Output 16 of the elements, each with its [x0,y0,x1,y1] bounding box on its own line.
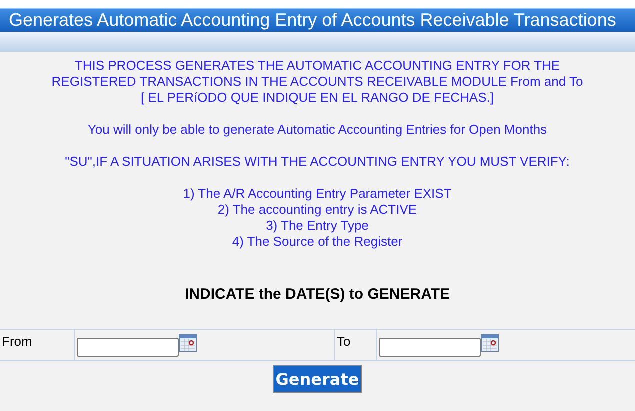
checklist-item: 3) The Entry Type [266,218,369,234]
date-field[interactable] [379,338,481,357]
field-label: From [0,330,75,360]
generate-button[interactable]: Generate [272,365,362,393]
window-title: Generates Automatic Accounting Entry of Accounts Receivable Transactions [8,10,616,31]
date-field[interactable] [77,338,179,357]
calendar-icon[interactable] [481,334,499,352]
field-label: To [335,330,377,360]
calendar-icon[interactable] [179,334,197,352]
checklist-item: 4) The Source of the Register [232,234,403,250]
checklist-item: 1) The A/R Accounting Entry Parameter EXIST [183,186,452,202]
instruction-text: THIS PROCESS GENERATES THE AUTOMATIC ACCOUNTING ENTRY FOR THE REGISTERED TRANSACTIONS IN THE ACCOUNTS RECEIVABLE MODULE From and To [ EL PERíODO QUE INDIQUE EN EL RANGO DE FECHAS.] [52,58,584,106]
instruction-text: "SU",IF A SITUATION ARISES WITH THE ACCOUNTING ENTRY YOU MUST VERIFY: [65,154,570,170]
checklist-item: 2) The accounting entry is ACTIVE [218,202,418,218]
instruction-text: You will only be able to generate Automatic Accounting Entries for Open Months [88,122,548,138]
section-heading: INDICATE the DATE(S) to GENERATE [185,286,450,303]
